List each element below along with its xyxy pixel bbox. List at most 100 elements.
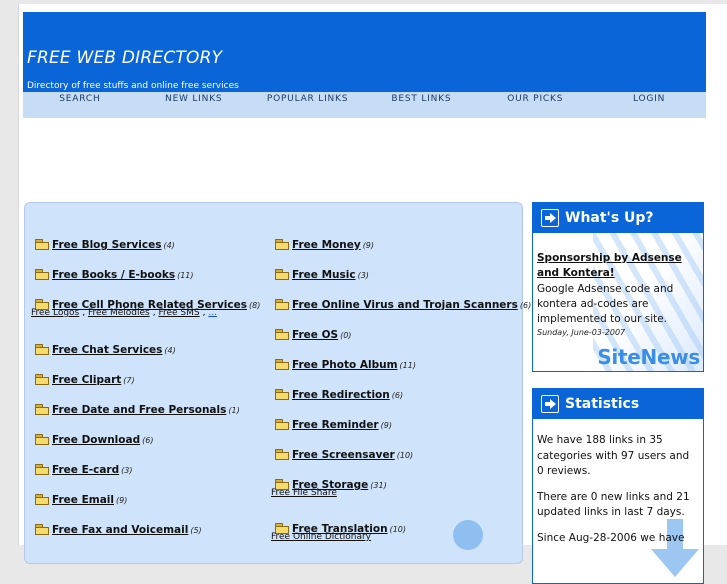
category-item: Free Screensaver (10) [275, 443, 413, 462]
category-item: Free Storage (31) Free File Share [271, 473, 387, 498]
category-item: Free E-card (3) [35, 458, 132, 477]
category-item: Free Music (3) [275, 263, 369, 282]
decorative-circle [453, 520, 483, 550]
folder-icon [35, 404, 49, 415]
category-count: (31) [370, 481, 387, 490]
nav-best-links[interactable]: BEST LINKS [364, 92, 478, 118]
category-item: Free Online Virus and Trojan Scanners (6) [275, 293, 531, 312]
folder-icon [275, 299, 289, 310]
statistics-body: We have 188 links in 35 categories with … [533, 419, 703, 583]
category-link[interactable]: Free Date and Free Personals [52, 404, 226, 416]
more-subcategories-link[interactable]: ... [208, 308, 217, 318]
stats-updates-summary: There are 0 new links and 21 updated lin… [537, 490, 690, 519]
category-count: (3) [357, 271, 369, 280]
stats-since-summary: Since Aug-28-2006 we have [537, 531, 685, 544]
category-link[interactable]: Free Books / E-books [52, 269, 175, 281]
statistics-box: Statistics We have 188 links in 35 categ… [532, 388, 704, 584]
category-count: (6) [142, 436, 154, 445]
category-item: Free Reminder (9) [275, 413, 392, 432]
nav-popular-links[interactable]: POPULAR LINKS [251, 92, 365, 118]
category-link[interactable]: Free Money [292, 239, 361, 251]
category-link[interactable]: Free Photo Album [292, 359, 398, 371]
category-count: (0) [340, 331, 352, 340]
folder-icon [35, 239, 49, 250]
site-tagline: Directory of free stuffs and online free… [27, 81, 239, 91]
decorative-arrow-down-icon [651, 519, 699, 577]
category-item: Free Cell Phone Related Services (8) Free… [31, 293, 261, 318]
category-link[interactable]: Free Online Virus and Trojan Scanners [292, 299, 518, 311]
site-header: FREE WEB DIRECTORY Directory of free stu… [23, 12, 706, 92]
folder-icon [275, 269, 289, 280]
category-link[interactable]: Free OS [292, 329, 338, 341]
category-count: (9) [380, 421, 392, 430]
category-count: (6) [391, 391, 404, 400]
subcategory-link[interactable]: Free File Share [271, 488, 337, 498]
category-link[interactable]: Free Screensaver [292, 449, 395, 461]
folder-icon [35, 269, 49, 280]
category-item: Free Money (9) [275, 233, 374, 252]
site-title[interactable]: FREE WEB DIRECTORY [27, 48, 222, 68]
subcategory-link[interactable]: Free Online Dictionary [271, 532, 371, 542]
category-link[interactable]: Free Chat Services [52, 344, 162, 356]
nav-search[interactable]: SEARCH [23, 92, 137, 118]
category-link[interactable]: Free Music [292, 269, 356, 281]
arrow-right-icon [541, 209, 559, 227]
main-nav: SEARCH NEW LINKS POPULAR LINKS BEST LINK… [23, 92, 706, 118]
category-link[interactable]: Free Clipart [52, 374, 121, 386]
category-link[interactable]: Free Email [52, 494, 114, 506]
folder-icon [275, 329, 289, 340]
whats-up-header: What's Up? [533, 203, 703, 233]
category-item: Free Clipart (7) [35, 368, 135, 387]
stats-links-summary: We have 188 links in 35 categories with … [537, 434, 690, 477]
folder-icon [275, 419, 289, 430]
category-item: Free Translation (10) Free Online Diction… [271, 517, 406, 542]
category-count: (4) [163, 241, 175, 250]
category-count: (11) [399, 361, 416, 370]
news-text: Google Adsense code and kontera ad-codes… [537, 283, 674, 325]
nav-our-picks[interactable]: OUR PICKS [478, 92, 592, 118]
folder-icon [35, 434, 49, 445]
category-count: (6) [519, 301, 532, 310]
folder-icon [35, 524, 49, 535]
category-link[interactable]: Free Blog Services [52, 239, 161, 251]
subcategory-links: Free File Share [271, 488, 340, 498]
folder-icon [275, 449, 289, 460]
category-link[interactable]: Free E-card [52, 464, 119, 476]
subcategory-link[interactable]: Free Melodies [88, 308, 150, 318]
category-link[interactable]: Free Fax and Voicemail [52, 524, 188, 536]
news-date: Sunday, June-03-2007 [537, 328, 626, 337]
subcategory-link[interactable]: Free Logos [31, 308, 79, 318]
folder-icon [35, 374, 49, 385]
category-link[interactable]: Free Download [52, 434, 140, 446]
whats-up-heading: What's Up? [565, 210, 654, 226]
category-item: Free Date and Free Personals (1) [35, 398, 240, 417]
category-item: Free Chat Services (4) [35, 338, 176, 357]
category-count: (8) [249, 301, 261, 310]
folder-icon [35, 494, 49, 505]
page: FREE WEB DIRECTORY Directory of free stu… [18, 4, 727, 584]
category-item: Free OS (0) [275, 323, 351, 342]
statistics-heading: Statistics [565, 396, 640, 412]
subcategory-links: Free Online Dictionary [271, 532, 374, 542]
category-link[interactable]: Free Redirection [292, 389, 390, 401]
category-panel: Free Blog Services (4) Free Books / E-boo… [24, 202, 531, 564]
nav-new-links[interactable]: NEW LINKS [137, 92, 251, 118]
category-count: (10) [389, 525, 406, 534]
folder-icon [275, 239, 289, 250]
subcategory-link[interactable]: Free SMS [158, 308, 199, 318]
news-title-link[interactable]: Sponsorship by Adsense and Kontera! [537, 251, 697, 281]
category-count: (4) [164, 346, 176, 355]
category-count: (9) [115, 496, 128, 505]
nav-login[interactable]: LOGIN [592, 92, 706, 118]
category-item: Free Photo Album (11) [275, 353, 416, 372]
category-item: Free Download (6) [35, 428, 153, 447]
category-count: (5) [190, 526, 202, 535]
whats-up-box: What's Up? Sponsorship by Adsense and Ko… [532, 202, 704, 372]
category-item: Free Books / E-books (11) [35, 263, 194, 282]
folder-icon [275, 389, 289, 400]
category-item: Free Redirection (6) [275, 383, 403, 402]
category-item: Free Fax and Voicemail (5) [35, 518, 202, 537]
category-link[interactable]: Free Reminder [292, 419, 379, 431]
category-count: (1) [228, 406, 240, 415]
folder-icon [35, 464, 49, 475]
